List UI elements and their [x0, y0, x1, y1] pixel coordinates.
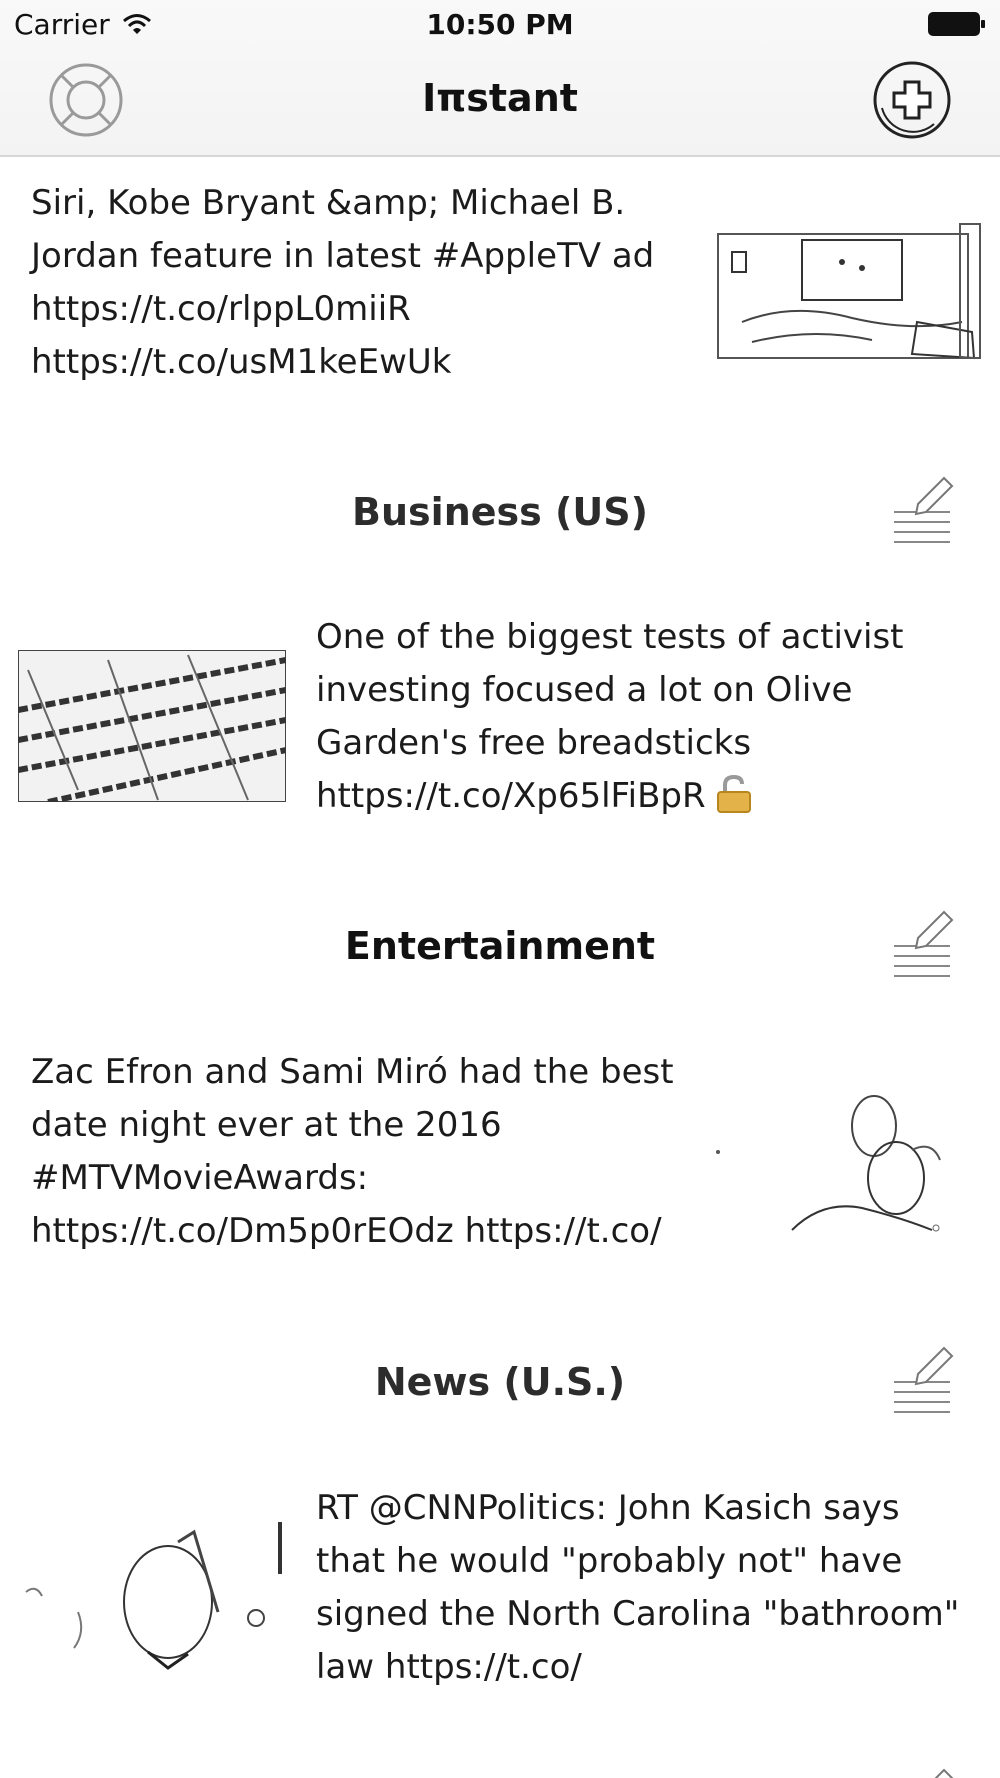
news-item-text-content: One of the biggest tests of activist inv… — [316, 617, 904, 816]
section-title-news: News (U.S.) — [374, 1360, 626, 1404]
news-item-text[interactable]: Siri, Kobe Bryant &amp; Michael B. Jorda… — [31, 177, 681, 389]
pencil-lines-icon[interactable] — [888, 1762, 954, 1778]
pencil-lines-icon[interactable] — [888, 904, 954, 984]
navigation-bar: Carrier 10:50 PM Iπstant — [0, 0, 1000, 157]
section-title-entertainment: Entertainment — [344, 924, 656, 968]
news-item-text[interactable]: Zac Efron and Sami Miró had the best dat… — [31, 1046, 691, 1258]
news-item-text[interactable]: RT @CNNPolitics: John Kasich says that h… — [316, 1482, 976, 1694]
open-lock-icon — [716, 775, 751, 813]
app-screen: Carrier 10:50 PM Iπstant Siri, Kobe Brya… — [0, 0, 1000, 1778]
battery-icon — [928, 12, 985, 36]
news-thumbnail[interactable] — [712, 222, 982, 364]
section-title-business: Business (US) — [352, 490, 648, 534]
plus-circle-icon[interactable] — [872, 60, 952, 140]
clock-label: 10:50 PM — [426, 8, 574, 41]
news-thumbnail[interactable] — [712, 1090, 980, 1236]
news-thumbnail[interactable] — [18, 650, 286, 802]
news-item-text[interactable]: One of the biggest tests of activist inv… — [316, 611, 976, 823]
pencil-lines-icon[interactable] — [888, 1340, 954, 1420]
news-thumbnail[interactable] — [18, 1522, 286, 1674]
app-title: Iπstant — [422, 76, 578, 120]
pencil-lines-icon[interactable] — [888, 470, 954, 550]
